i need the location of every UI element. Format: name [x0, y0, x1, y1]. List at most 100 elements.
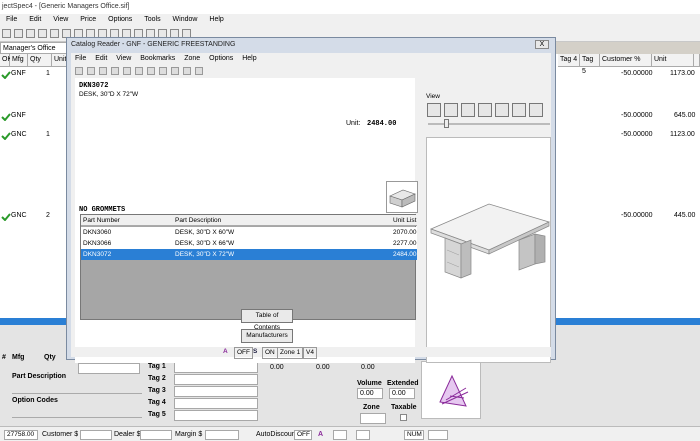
open-icon[interactable] — [14, 29, 23, 38]
dealer-field — [140, 430, 172, 440]
sm-icon[interactable] — [87, 67, 95, 75]
col-customer-pct[interactable]: Customer % — [600, 54, 652, 67]
close-icon[interactable]: X — [535, 40, 549, 49]
row4-qty[interactable]: 2 — [46, 212, 50, 219]
status-on[interactable]: ON — [262, 347, 278, 359]
dialog-menu-edit[interactable]: Edit — [95, 55, 107, 62]
help-icon[interactable] — [195, 67, 203, 75]
forward-arrow-icon[interactable] — [135, 67, 143, 75]
row1-qty[interactable]: 1 — [46, 70, 50, 77]
dialog-menu-file[interactable]: File — [75, 55, 86, 62]
view-side-icon[interactable] — [495, 103, 509, 117]
view-front-icon[interactable] — [461, 103, 475, 117]
view-rotate-icon[interactable] — [427, 103, 441, 117]
menu-options[interactable]: Options — [108, 16, 132, 23]
view-back-icon[interactable] — [512, 103, 526, 117]
menu-help[interactable]: Help — [209, 16, 223, 23]
row2-customer[interactable]: -50.00000 — [621, 112, 653, 119]
header-part-number[interactable]: Part Number — [83, 215, 120, 226]
table-of-contents-button[interactable]: Table of Contents — [241, 309, 293, 331]
cut-icon[interactable] — [50, 29, 59, 38]
menu-file[interactable]: File — [6, 16, 17, 23]
row3-unit[interactable]: 1123.00 — [670, 131, 695, 138]
manufacturers-button[interactable]: Manufacturers — [241, 329, 293, 343]
back-arrow-icon[interactable] — [123, 67, 131, 75]
part-description-field[interactable] — [12, 383, 142, 394]
taxable-checkbox[interactable] — [400, 414, 407, 421]
document-tab[interactable]: Manager's Office — [0, 42, 70, 54]
status-zone[interactable]: Zone 1 — [277, 347, 304, 359]
view-top-icon[interactable] — [529, 103, 543, 117]
option-codes-field[interactable] — [12, 407, 142, 418]
autodiscount-field[interactable]: OFF — [294, 430, 312, 440]
qty-field[interactable] — [78, 363, 140, 374]
tag2-field[interactable] — [174, 374, 258, 385]
row3-customer[interactable]: -50.00000 — [621, 131, 653, 138]
find-icon[interactable] — [99, 67, 107, 75]
row-part-description: DESK, 30"D X 72"W — [175, 251, 235, 258]
row1-mfg[interactable]: GNF — [11, 70, 26, 77]
row4-customer[interactable]: -50.00000 — [621, 212, 653, 219]
extended-field[interactable]: 0.00 — [389, 388, 415, 399]
col-unit-price[interactable]: Unit — [652, 54, 694, 67]
table-row[interactable]: DKN3066 DESK, 30"D X 66"W 2277.00 — [81, 238, 417, 249]
font-icon[interactable] — [75, 67, 83, 75]
col-tag4[interactable]: Tag 4 — [558, 54, 580, 67]
row-part-description: DESK, 30"D X 66"W — [175, 240, 235, 247]
col-qty[interactable]: Qty — [28, 54, 52, 67]
menu-edit[interactable]: Edit — [29, 16, 41, 23]
row3-qty[interactable]: 1 — [46, 131, 50, 138]
dialog-menu-options[interactable]: Options — [209, 55, 233, 62]
dialog-menu-help[interactable]: Help — [242, 55, 256, 62]
table-row-selected[interactable]: DKN3072 DESK, 30"D X 72"W 2484.00 — [81, 249, 417, 260]
page-icon[interactable] — [171, 67, 179, 75]
table-header-row: Part Number Part Description Unit List — [81, 215, 417, 226]
3d-preview[interactable] — [426, 137, 551, 363]
menu-price[interactable]: Price — [80, 16, 96, 23]
menu-view[interactable]: View — [53, 16, 68, 23]
add-icon[interactable] — [147, 67, 155, 75]
desk-3d-icon — [430, 203, 550, 279]
zoom-slider-thumb[interactable] — [444, 119, 449, 128]
menu-window[interactable]: Window — [173, 16, 198, 23]
tag1-field[interactable] — [174, 362, 258, 373]
dialog-status-bar: A OFF S ON Zone 1 V4 — [71, 347, 551, 359]
col-ok[interactable]: OK — [0, 54, 12, 67]
part-thumbnail[interactable] — [386, 181, 418, 213]
row3-mfg[interactable]: GNC — [11, 131, 27, 138]
row4-unit[interactable]: 445.00 — [674, 212, 695, 219]
view-pan-icon[interactable] — [444, 103, 458, 117]
header-unit-list[interactable]: Unit List — [393, 215, 416, 226]
view-home-icon[interactable] — [478, 103, 492, 117]
value-2: 0.00 — [316, 364, 330, 371]
dialog-menu-view[interactable]: View — [116, 55, 131, 62]
margin-label: Margin $ — [175, 431, 203, 438]
print-icon[interactable] — [38, 29, 47, 38]
dialog-menu-zone[interactable]: Zone — [184, 55, 200, 62]
tag2-label: Tag 2 — [148, 375, 166, 382]
dialog-menu-bookmarks[interactable]: Bookmarks — [140, 55, 175, 62]
save-icon[interactable] — [26, 29, 35, 38]
customer-label: Customer $ — [42, 431, 79, 438]
list-icon[interactable] — [183, 67, 191, 75]
desk-icon — [389, 189, 416, 208]
row1-unit[interactable]: 1173.00 — [670, 70, 695, 77]
zone-field[interactable] — [360, 413, 386, 424]
row2-mfg[interactable]: GNF — [11, 112, 26, 119]
volume-field[interactable]: 0.00 — [357, 388, 383, 399]
tag3-field[interactable] — [174, 386, 258, 397]
row2-unit[interactable]: 645.00 — [674, 112, 695, 119]
new-icon[interactable] — [2, 29, 11, 38]
menu-tools[interactable]: Tools — [144, 16, 160, 23]
row1-customer[interactable]: -50.00000 — [621, 70, 653, 77]
col-tag5[interactable]: Tag 5 — [580, 54, 600, 75]
tag4-field[interactable] — [174, 398, 258, 409]
image-icon[interactable] — [111, 67, 119, 75]
col-mfg[interactable]: Mfg — [10, 54, 28, 67]
row4-mfg[interactable]: GNC — [11, 212, 27, 219]
status-off[interactable]: OFF — [234, 347, 253, 359]
header-part-description[interactable]: Part Description — [175, 215, 221, 226]
tag5-field[interactable] — [174, 410, 258, 421]
remove-icon[interactable] — [159, 67, 167, 75]
table-row[interactable]: DKN3060 DESK, 30"D X 60"W 2070.00 — [81, 227, 417, 238]
